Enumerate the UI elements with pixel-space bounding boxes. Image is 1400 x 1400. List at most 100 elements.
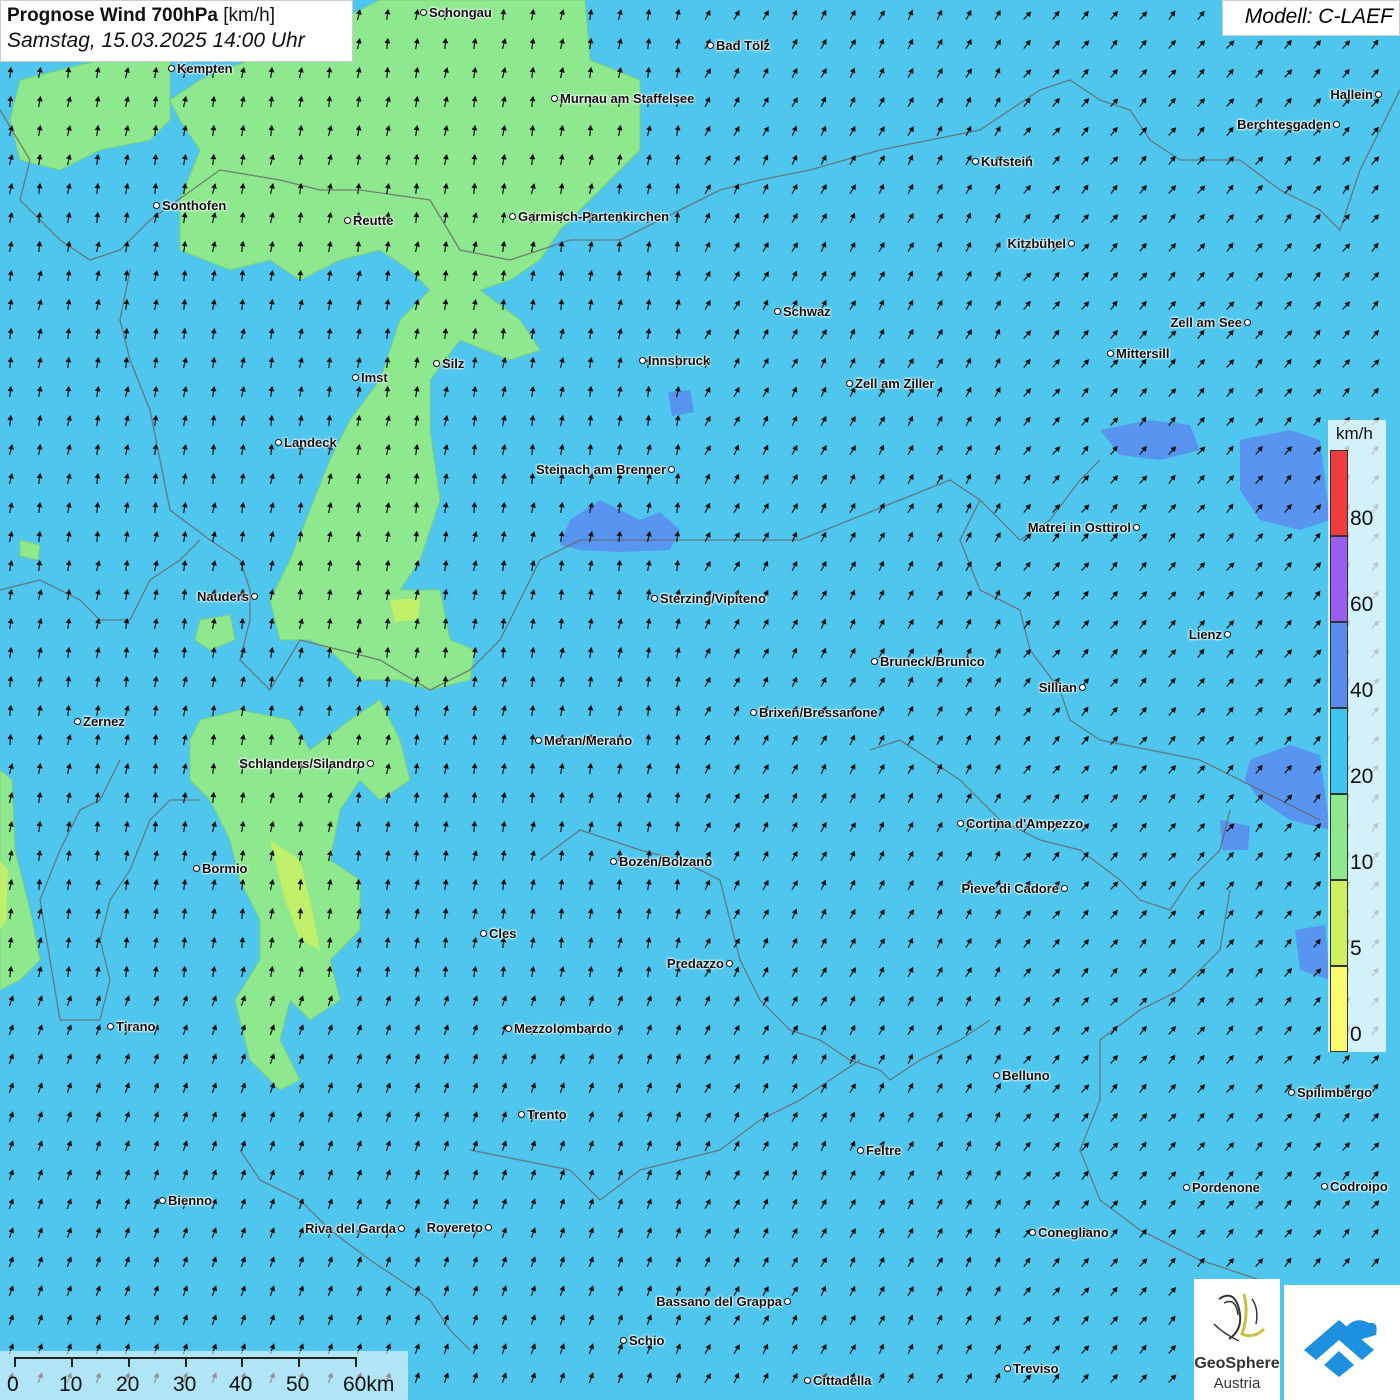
city-marker[interactable]: Zernez: [74, 714, 127, 729]
city-marker[interactable]: Rovereto: [425, 1220, 492, 1235]
city-marker[interactable]: Steinach am Brenner: [534, 462, 675, 477]
city-marker[interactable]: Sillian: [1037, 680, 1086, 695]
city-marker[interactable]: Mezzolombardo: [505, 1021, 614, 1036]
city-marker[interactable]: Berchtesgaden: [1235, 117, 1340, 132]
wind-arrowhead: [326, 298, 333, 305]
wind-arrowhead: [705, 502, 711, 509]
city-marker[interactable]: Spilimbergo: [1288, 1085, 1374, 1100]
wind-arrowhead: [182, 1169, 189, 1176]
wind-arrowhead: [501, 1256, 508, 1263]
city-marker[interactable]: Bruneck/Brunico: [871, 654, 987, 669]
wind-arrowhead: [471, 356, 478, 363]
wind-arrowhead: [937, 299, 943, 306]
city-marker[interactable]: Tirano: [107, 1019, 158, 1034]
wind-arrowhead: [966, 560, 972, 568]
city-marker[interactable]: Hallein: [1328, 87, 1382, 102]
wind-arrowhead: [734, 1199, 740, 1206]
city-marker[interactable]: Landeck: [275, 435, 339, 450]
city-dot-icon: [518, 1111, 525, 1118]
city-marker[interactable]: Belluno: [993, 1068, 1052, 1083]
wind-arrowhead: [500, 298, 507, 305]
city-marker[interactable]: Cortina d'Ampezzo: [957, 816, 1085, 831]
wind-arrowhead: [94, 762, 101, 769]
wind-arrowhead: [645, 878, 652, 885]
wind-arrowhead: [588, 792, 594, 799]
city-marker[interactable]: Silz: [433, 356, 466, 371]
wind-arrowhead: [965, 96, 972, 103]
app-logo[interactable]: [1284, 1285, 1400, 1400]
city-marker[interactable]: Treviso: [1004, 1361, 1061, 1376]
city-marker[interactable]: Schwaz: [774, 304, 833, 319]
wind-arrowhead: [124, 1285, 131, 1292]
city-marker[interactable]: Garmisch-Partenkirchen: [509, 209, 671, 224]
wind-arrowhead: [792, 503, 798, 510]
wind-arrowhead: [298, 1169, 305, 1176]
wind-arrowhead: [558, 617, 565, 624]
city-marker[interactable]: Kitzbühel: [1006, 236, 1075, 251]
wind-arrowhead: [211, 531, 217, 537]
city-marker[interactable]: Riva del Garda: [303, 1221, 405, 1236]
city-marker[interactable]: Sonthofen: [153, 198, 228, 213]
wind-arrowhead: [734, 1344, 740, 1351]
wind-arrowhead: [995, 473, 1001, 480]
city-marker[interactable]: Conegliano: [1029, 1225, 1111, 1240]
city-marker[interactable]: Bienno: [159, 1193, 214, 1208]
city-marker[interactable]: Matrei in Osttirol: [1026, 520, 1140, 535]
city-marker[interactable]: Pieve di Cadore: [959, 881, 1068, 896]
city-marker[interactable]: Kempten: [168, 61, 235, 76]
wind-map[interactable]: Schongau Bad Tölz Kempten Murnau am Staffel…: [0, 0, 1400, 1400]
city-marker[interactable]: Lienz: [1187, 627, 1231, 642]
wind-arrowhead: [558, 791, 565, 798]
wind-arrowhead: [94, 327, 101, 334]
wind-arrowhead: [675, 8, 681, 15]
city-marker[interactable]: Murnau am Staffelsee: [551, 91, 696, 106]
city-marker[interactable]: Zell am Ziller: [846, 376, 936, 391]
city-marker[interactable]: Predazzo: [665, 956, 733, 971]
city-marker[interactable]: Kufstein: [972, 154, 1035, 169]
wind-arrowhead: [414, 1285, 421, 1292]
city-marker[interactable]: Innsbruck: [639, 353, 712, 368]
wind-arrowhead: [472, 879, 478, 885]
geosphere-logo[interactable]: GeoSphere Austria: [1194, 1279, 1280, 1400]
wind-arrowhead: [124, 762, 130, 769]
city-marker[interactable]: Bormio: [193, 861, 250, 876]
wind-arrowhead: [821, 444, 827, 452]
city-marker[interactable]: Feltre: [857, 1143, 903, 1158]
city-marker[interactable]: Cles: [480, 926, 518, 941]
city-marker[interactable]: Zell am See: [1168, 315, 1251, 330]
city-marker[interactable]: Schlanders/Silandro: [237, 756, 374, 771]
wind-arrowhead: [182, 1053, 189, 1060]
city-marker[interactable]: Codroipo: [1321, 1179, 1390, 1194]
wind-arrowhead: [763, 126, 769, 133]
wind-arrowhead: [645, 269, 652, 276]
city-marker[interactable]: Bassano del Grappa: [654, 1294, 791, 1309]
wind-arrowhead: [879, 10, 885, 17]
wind-arrowhead: [211, 1024, 218, 1031]
city-marker[interactable]: Bad Tölz: [707, 38, 772, 53]
wind-arrowhead: [385, 1343, 392, 1350]
city-marker[interactable]: Schongau: [420, 5, 494, 20]
wind-arrowhead: [153, 588, 159, 595]
city-marker[interactable]: Brixen/Bressanone: [750, 705, 880, 720]
city-marker[interactable]: Cittadella: [804, 1373, 874, 1388]
wind-arrowhead: [123, 646, 130, 653]
city-marker[interactable]: Schio: [620, 1333, 666, 1348]
city-dot-icon: [509, 213, 516, 220]
city-marker[interactable]: Reutte: [344, 213, 395, 228]
city-marker[interactable]: Pordenone: [1183, 1180, 1262, 1195]
wind-arrowhead: [994, 1111, 1001, 1118]
wind-arrowhead: [966, 415, 972, 423]
city-marker[interactable]: Bozen/Bolzano: [610, 854, 714, 869]
wind-arrowhead: [65, 878, 72, 885]
city-marker[interactable]: Trento: [518, 1107, 569, 1122]
wind-arrowhead: [268, 269, 275, 276]
city-dot-icon: [639, 357, 646, 364]
city-marker[interactable]: Mittersill: [1107, 346, 1171, 361]
wind-arrowhead: [298, 356, 304, 363]
city-marker[interactable]: Nauders: [195, 589, 258, 604]
city-marker[interactable]: Meran/Merano: [535, 733, 634, 748]
wind-arrowhead: [123, 849, 130, 856]
wind-arrowhead: [763, 444, 769, 451]
city-marker[interactable]: Imst: [352, 370, 390, 385]
city-marker[interactable]: Sterzing/Vipiteno: [651, 591, 768, 606]
